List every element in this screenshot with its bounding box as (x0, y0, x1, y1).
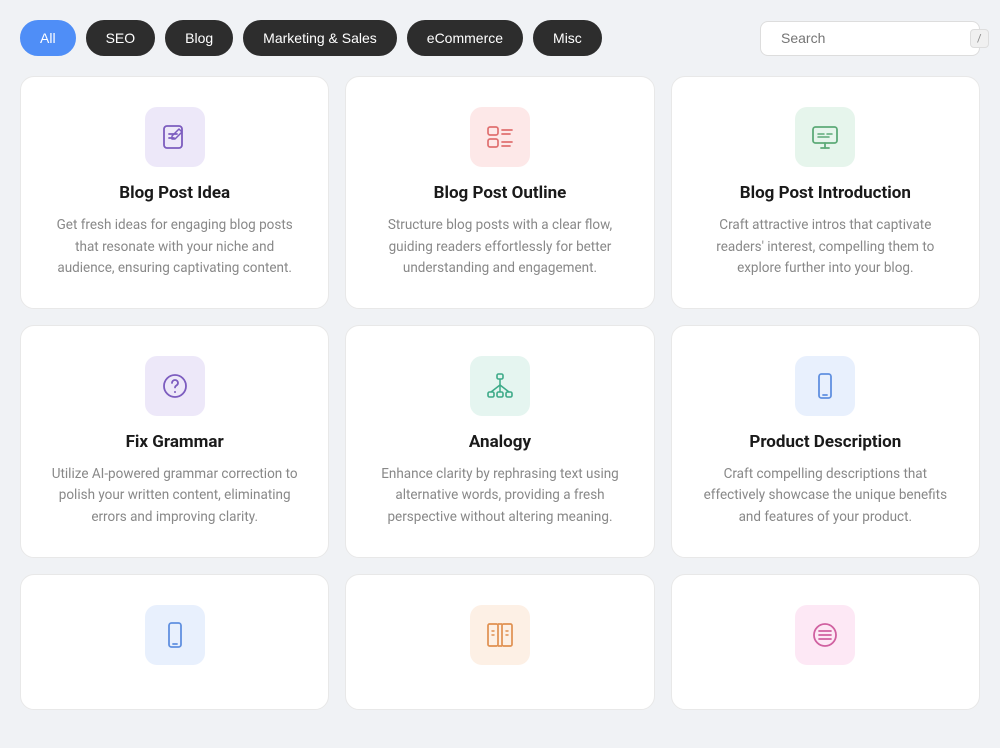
card-icon-wrap (145, 107, 205, 167)
mobile2-icon (159, 619, 191, 651)
filter-all[interactable]: All (20, 20, 76, 56)
card-fix-grammar[interactable]: Fix Grammar Utilize AI-powered grammar c… (20, 325, 329, 558)
lines-icon (809, 619, 841, 651)
filter-bar: All SEO Blog Marketing & Sales eCommerce… (20, 20, 980, 56)
mobile-icon (809, 370, 841, 402)
search-kbd: / (970, 29, 989, 48)
card-blog-post-idea[interactable]: Blog Post Idea Get fresh ideas for engag… (20, 76, 329, 309)
card-partial-1[interactable] (20, 574, 329, 710)
edit-icon (159, 121, 191, 153)
list-icon (484, 121, 516, 153)
filter-blog[interactable]: Blog (165, 20, 233, 56)
filter-misc[interactable]: Misc (533, 20, 602, 56)
network-icon (484, 370, 516, 402)
card-title: Analogy (469, 432, 531, 452)
card-desc: Structure blog posts with a clear flow, … (370, 215, 629, 280)
card-blog-post-introduction[interactable]: Blog Post Introduction Craft attractive … (671, 76, 980, 309)
search-input[interactable] (781, 30, 962, 46)
card-desc: Craft attractive intros that captivate r… (696, 215, 955, 280)
card-icon-wrap (470, 356, 530, 416)
card-desc: Get fresh ideas for engaging blog posts … (45, 215, 304, 280)
question-icon (159, 370, 191, 402)
card-icon-wrap (470, 605, 530, 665)
card-desc: Craft compelling descriptions that effec… (696, 464, 955, 529)
card-icon-wrap (795, 605, 855, 665)
card-icon-wrap (145, 356, 205, 416)
card-desc: Utilize AI-powered grammar correction to… (45, 464, 304, 529)
card-partial-3[interactable] (671, 574, 980, 710)
search-container: / (760, 21, 980, 56)
card-title: Fix Grammar (126, 432, 224, 452)
card-blog-post-outline[interactable]: Blog Post Outline Structure blog posts w… (345, 76, 654, 309)
card-icon-wrap (145, 605, 205, 665)
card-title: Blog Post Introduction (740, 183, 911, 203)
card-icon-wrap (795, 356, 855, 416)
cards-grid: Blog Post Idea Get fresh ideas for engag… (20, 76, 980, 710)
card-desc: Enhance clarity by rephrasing text using… (370, 464, 629, 529)
card-analogy[interactable]: Analogy Enhance clarity by rephrasing te… (345, 325, 654, 558)
filter-marketing[interactable]: Marketing & Sales (243, 20, 397, 56)
filter-seo[interactable]: SEO (86, 20, 156, 56)
filter-ecommerce[interactable]: eCommerce (407, 20, 523, 56)
card-title: Blog Post Outline (434, 183, 567, 203)
card-title: Product Description (749, 432, 901, 452)
card-partial-2[interactable] (345, 574, 654, 710)
card-icon-wrap (795, 107, 855, 167)
card-title: Blog Post Idea (119, 183, 230, 203)
card-icon-wrap (470, 107, 530, 167)
book-icon (484, 619, 516, 651)
monitor-icon (809, 121, 841, 153)
card-product-description[interactable]: Product Description Craft compelling des… (671, 325, 980, 558)
